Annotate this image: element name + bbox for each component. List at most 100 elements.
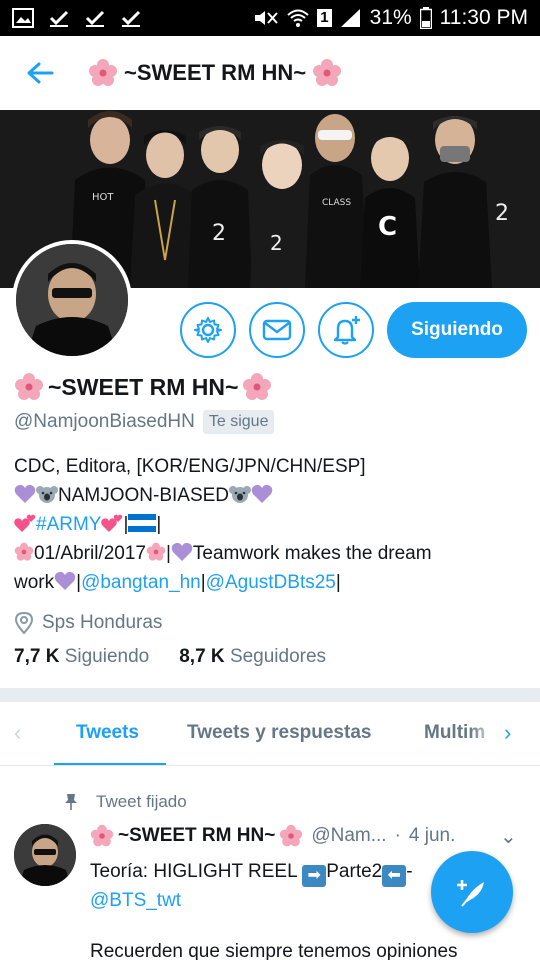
tab-tweets-and-replies[interactable]: Tweets y respuestas xyxy=(187,722,371,744)
purple-heart-icon xyxy=(54,571,76,590)
pinned-label-text: Tweet fijado xyxy=(96,792,187,811)
army-hashtag-link[interactable]: #ARMY xyxy=(36,514,101,535)
svg-text:CLASS: CLASS xyxy=(322,198,351,208)
followers-count: 8,7 K xyxy=(179,646,225,667)
arrow-left-icon xyxy=(27,62,54,84)
bio-text: NAMJOON-BIASED xyxy=(58,485,230,506)
koala-icon xyxy=(229,486,252,503)
profile-avatar[interactable] xyxy=(12,240,132,360)
honduras-flag-icon xyxy=(128,514,157,532)
bio-line: 01/Abril/2017 | Teamwork makes the dream xyxy=(14,539,529,568)
svg-text:C: C xyxy=(378,212,397,242)
section-divider xyxy=(0,688,540,702)
pinned-tweet-label: Tweet fijado xyxy=(64,792,187,812)
profile-handle: @NamjoonBiasedHN xyxy=(14,411,195,432)
envelope-icon xyxy=(262,319,292,341)
location-text: Sps Honduras xyxy=(42,612,163,633)
tweet-header: ~SWEET RM HN~ @Nam... · 4 jun. xyxy=(90,824,455,848)
back-button[interactable] xyxy=(0,36,80,110)
active-tab-indicator xyxy=(54,763,166,765)
svg-text:2: 2 xyxy=(495,201,509,226)
tweet-mention-link[interactable]: @BTS_twt xyxy=(90,890,181,911)
tweet-text: Recuerden que siempre tenemos opiniones xyxy=(90,941,458,960)
tweet-text: - xyxy=(406,861,413,882)
battery-percent: 31% xyxy=(369,6,412,29)
tabs-scroll-left-icon[interactable]: ‹ xyxy=(14,720,21,746)
avatar-photo xyxy=(14,824,76,886)
mention-link[interactable]: @bangtan_hn xyxy=(81,572,201,593)
tweet-author-name[interactable]: ~SWEET RM HN~ xyxy=(118,825,275,847)
check-notification-icon xyxy=(85,10,105,27)
tweet-text: Teoría: HIGLIGHT REEL xyxy=(90,861,303,882)
chevron-down-icon[interactable]: ⌄ xyxy=(500,824,517,849)
svg-text:2: 2 xyxy=(212,221,226,246)
bio-line: #ARMY | | xyxy=(14,510,529,539)
bio-text: work xyxy=(14,572,55,593)
cherry-blossom-icon xyxy=(313,59,342,86)
top-app-bar: ~SWEET RM HN~ xyxy=(0,36,540,110)
direct-message-button[interactable] xyxy=(249,302,305,358)
following-stat[interactable]: 7,7 K Siguiendo xyxy=(14,646,149,668)
notifications-button[interactable] xyxy=(318,302,374,358)
purple-heart-icon xyxy=(171,542,193,561)
following-button[interactable]: Siguiendo xyxy=(387,302,527,358)
pin-icon xyxy=(65,794,77,810)
follow-stats: 7,7 K Siguiendo 8,7 K Seguidores xyxy=(14,646,326,668)
tweet-author-handle: @Nam... xyxy=(311,825,387,846)
handle-row: @NamjoonBiasedHN Te sigue xyxy=(14,410,275,434)
compose-tweet-button[interactable] xyxy=(431,851,513,933)
koala-icon xyxy=(36,486,58,503)
following-count: 7,7 K xyxy=(14,646,60,667)
avatar-photo xyxy=(16,244,128,356)
svg-text:HOT: HOT xyxy=(92,192,114,203)
location-row: Sps Honduras xyxy=(14,612,162,634)
cherry-blossom-icon xyxy=(90,824,114,847)
gallery-notification-icon xyxy=(12,8,34,28)
purple-heart-icon xyxy=(251,484,273,503)
left-arrow-icon: ⬅ xyxy=(382,865,407,887)
map-pin-icon xyxy=(14,612,34,634)
cherry-blossom-icon xyxy=(280,824,303,847)
sim-indicator: 1 xyxy=(317,9,332,27)
bio-line: work |@bangtan_hn|@AgustDBts25| xyxy=(14,568,529,597)
bio-text: CDC, Editora, [KOR/ENG/JPN/CHN/ESP] xyxy=(14,456,366,477)
two-hearts-icon xyxy=(101,514,123,532)
bell-plus-icon xyxy=(333,316,360,345)
two-hearts-icon xyxy=(14,514,36,532)
bio-text: 01/Abril/2017 xyxy=(34,543,146,564)
tab-tweets[interactable]: Tweets xyxy=(76,722,139,744)
wifi-icon xyxy=(287,9,309,27)
follows-you-badge: Te sigue xyxy=(202,410,275,434)
gear-icon xyxy=(194,317,222,343)
bio-separator: | xyxy=(335,572,341,593)
signal-icon xyxy=(340,9,360,27)
tweet-meta-separator: · xyxy=(394,825,401,846)
tabs-fade xyxy=(470,702,498,764)
settings-button[interactable] xyxy=(180,302,236,358)
tabs-scroll-right-icon[interactable]: › xyxy=(504,720,511,746)
battery-icon xyxy=(419,7,432,29)
tweet-text: Parte2 xyxy=(326,861,383,882)
bio-line: NAMJOON-BIASED xyxy=(14,481,529,510)
profile-tabs: ‹ Tweets Tweets y respuestas Multim › xyxy=(0,702,540,766)
mention-link[interactable]: @AgustDBts25 xyxy=(206,572,336,593)
following-label: Siguiendo xyxy=(64,646,150,667)
cherry-blossom-icon xyxy=(243,373,272,400)
display-name: ~SWEET RM HN~ xyxy=(48,373,239,400)
tweet-date: 4 jun. xyxy=(408,825,456,846)
cherry-blossom-icon xyxy=(15,373,43,400)
clock: 11:30 PM xyxy=(439,6,528,29)
right-arrow-icon: ➡ xyxy=(302,865,327,887)
bio-text: Teamwork makes the dream xyxy=(192,543,432,564)
tweet-author-avatar[interactable] xyxy=(14,824,76,886)
check-notification-icon xyxy=(49,10,69,27)
check-notification-icon xyxy=(121,10,141,27)
bio-separator: | xyxy=(156,514,162,535)
profile-bio: CDC, Editora, [KOR/ENG/JPN/CHN/ESP] NAMJ… xyxy=(14,452,529,597)
tweet-body-continued: Recuerden que siempre tenemos opiniones xyxy=(90,938,530,960)
app-bar-title: ~SWEET RM HN~ xyxy=(88,58,342,88)
app-bar-title-text: ~SWEET RM HN~ xyxy=(124,60,307,85)
followers-stat[interactable]: 8,7 K Seguidores xyxy=(179,646,326,668)
feather-plus-icon xyxy=(457,880,484,907)
cherry-blossom-icon xyxy=(146,542,166,561)
